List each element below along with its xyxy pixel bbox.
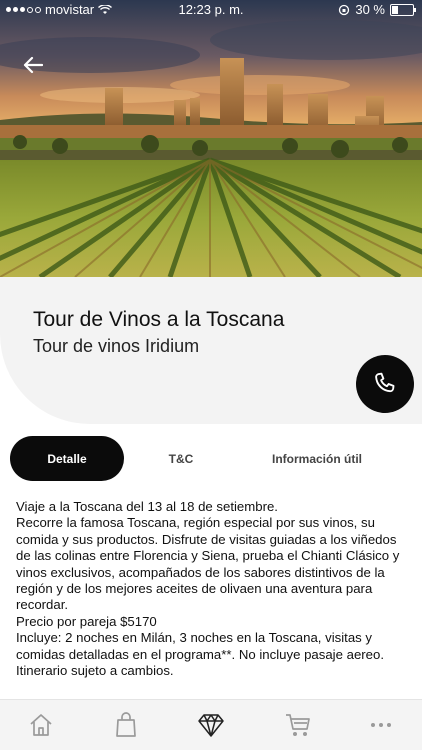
product-title: Tour de Vinos a la Toscana xyxy=(33,308,285,331)
battery-icon xyxy=(390,3,416,16)
tab-terms[interactable]: T&C xyxy=(145,436,217,481)
more-icon xyxy=(371,723,391,727)
diamond-icon xyxy=(198,714,224,737)
phone-icon xyxy=(375,372,395,393)
status-right: 30 % xyxy=(338,2,416,17)
back-button[interactable] xyxy=(20,52,46,78)
detail-disclaimer: Itinerario sujeto a cambios. xyxy=(16,663,174,679)
nav-cart[interactable] xyxy=(281,708,315,742)
cart-icon xyxy=(286,714,310,736)
battery-percent: 30 % xyxy=(355,2,385,17)
status-bar: movistar 12:23 p. m. 30 % xyxy=(0,0,422,20)
tuscany-landscape-illustration xyxy=(0,0,422,277)
nav-shop[interactable] xyxy=(109,708,143,742)
tab-detalle[interactable]: Detalle xyxy=(10,436,124,481)
tab-informacion-util[interactable]: Información útil xyxy=(236,436,398,481)
detail-dates: Viaje a la Toscana del 13 al 18 de setie… xyxy=(16,499,278,514)
detail-content: Viaje a la Toscana del 13 al 18 de setie… xyxy=(16,499,412,679)
nav-more[interactable] xyxy=(364,708,398,742)
hero-image xyxy=(0,0,422,277)
product-subtitle: Tour de vinos Iridium xyxy=(33,336,200,356)
shopping-bag-icon xyxy=(116,712,136,737)
detail-price: Precio por pareja $5170 xyxy=(16,613,157,629)
call-button[interactable] xyxy=(356,355,414,413)
nav-exclusive[interactable] xyxy=(194,708,228,742)
detail-tabs: Detalle T&C Información útil xyxy=(10,436,412,481)
orientation-lock-icon xyxy=(339,4,350,15)
battery-level xyxy=(392,5,398,14)
detail-includes: Incluye: 2 noches en Milán, 3 noches en … xyxy=(16,630,385,662)
bottom-navigation xyxy=(0,699,422,750)
home-icon xyxy=(30,714,52,736)
detail-description: Recorre la famosa Toscana, región especi… xyxy=(16,515,400,613)
arrow-left-icon xyxy=(23,56,43,74)
nav-home[interactable] xyxy=(24,708,58,742)
